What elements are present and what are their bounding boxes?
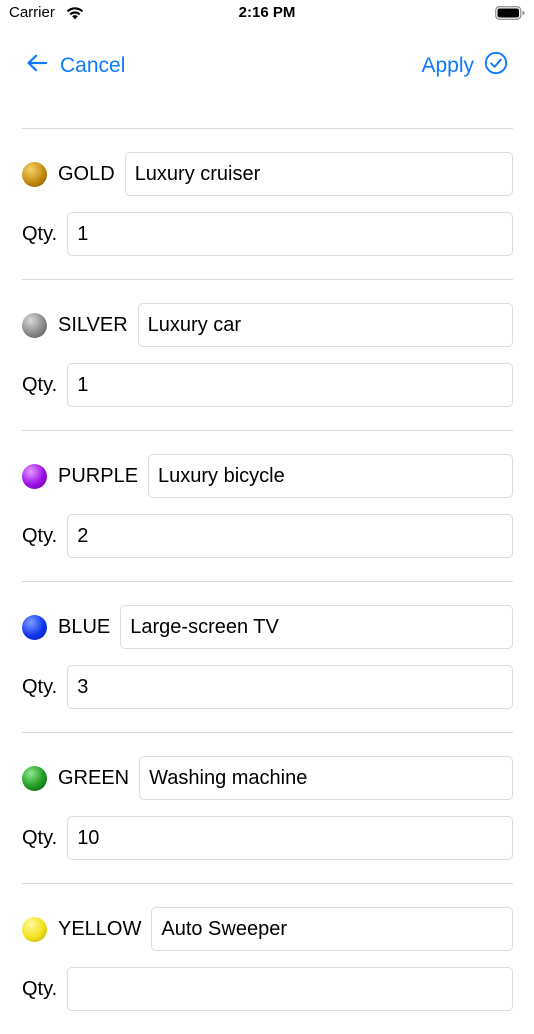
prize-header: BLUE [22,605,513,649]
prize-name-input[interactable] [137,303,513,347]
color-ball-icon [22,463,47,489]
color-name-label: GOLD [58,162,115,185]
prize-row: GREEN Qty. [22,733,513,883]
quantity-row: Qty. [22,665,513,709]
apply-label: Apply [421,54,474,77]
color-name-label: YELLOW [58,917,142,940]
navigation-bar: Cancel Apply [0,50,534,82]
qty-label: Qty. [22,977,58,1000]
quantity-input[interactable] [67,665,513,709]
prize-row: PURPLE Qty. [22,431,513,581]
prize-name-input[interactable] [139,756,513,800]
prize-row: YELLOW Qty. [22,884,513,1034]
cancel-button[interactable]: Cancel [26,50,125,82]
quantity-row: Qty. [22,363,513,407]
prize-header: PURPLE [22,454,513,498]
prize-header: GREEN [22,756,513,800]
apply-button[interactable]: Apply [421,50,508,82]
qty-label: Qty. [22,826,58,849]
quantity-row: Qty. [22,816,513,860]
quantity-input[interactable] [67,212,513,256]
cancel-label: Cancel [60,54,126,77]
quantity-input[interactable] [67,816,513,860]
clock: 2:16 PM [238,4,296,21]
quantity-row: Qty. [22,212,513,256]
prize-row: GOLD Qty. [22,129,513,279]
prize-header: SILVER [22,303,513,347]
status-bar: Carrier 2:16 PM [0,0,534,28]
color-name-label: PURPLE [58,464,139,487]
color-ball-icon [22,161,47,187]
qty-label: Qty. [22,675,58,698]
quantity-input[interactable] [67,514,513,558]
quantity-input[interactable] [67,967,513,1011]
prize-name-input[interactable] [124,152,513,196]
prize-row: BLUE Qty. [22,582,513,732]
color-ball-icon [22,765,47,791]
quantity-row: Qty. [22,967,513,1011]
quantity-row: Qty. [22,514,513,558]
battery-icon [495,6,525,25]
prize-name-input[interactable] [148,454,513,498]
prize-name-input[interactable] [120,605,513,649]
qty-label: Qty. [22,373,58,396]
color-ball-icon [22,312,47,338]
qty-label: Qty. [22,222,58,245]
prize-list: GOLDQty.SILVERQty.PURPLEQty.BLUEQty.GREE… [22,128,513,1034]
color-name-label: BLUE [58,615,111,638]
color-ball-icon [22,916,47,942]
prize-header: GOLD [22,152,513,196]
prize-name-input[interactable] [151,907,513,951]
color-name-label: GREEN [58,766,130,789]
qty-label: Qty. [22,524,58,547]
color-ball-icon [22,614,47,640]
prize-row: SILVER Qty. [22,280,513,430]
quantity-input[interactable] [67,363,513,407]
prize-header: YELLOW [22,907,513,951]
checkmark-circle-icon [484,51,508,81]
color-name-label: SILVER [58,313,128,336]
back-arrow-icon [26,54,48,78]
